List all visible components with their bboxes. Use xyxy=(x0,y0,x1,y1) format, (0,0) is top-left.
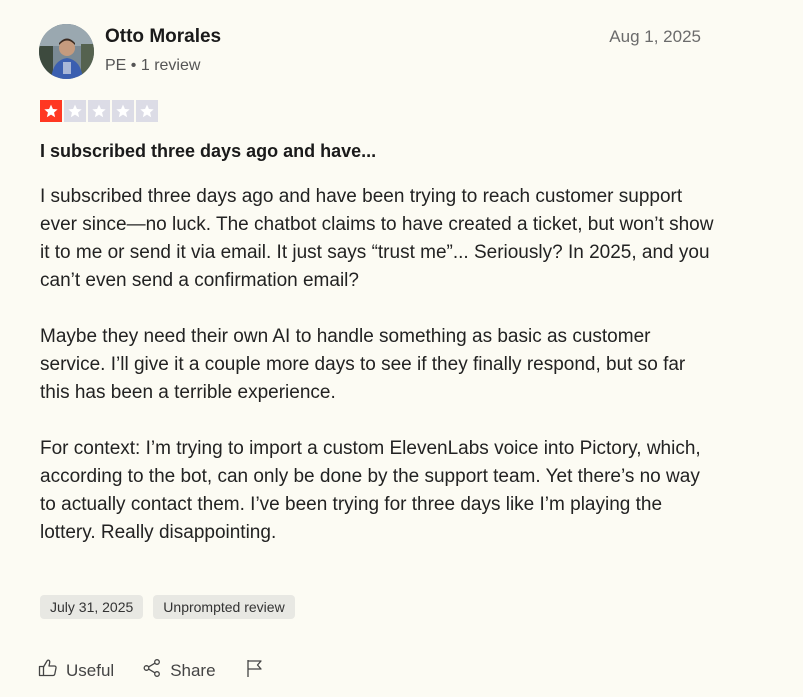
flag-icon xyxy=(244,658,264,683)
share-icon xyxy=(142,658,162,683)
report-button[interactable] xyxy=(244,658,264,683)
review-paragraph: I subscribed three days ago and have bee… xyxy=(40,186,714,291)
review-paragraph: Maybe they need their own AI to handle s… xyxy=(40,326,686,403)
star-empty-icon xyxy=(64,100,86,122)
reviewer-meta: PE • 1 review xyxy=(105,57,200,75)
review-date: Aug 1, 2025 xyxy=(609,27,701,46)
useful-label: Useful xyxy=(66,660,115,680)
review-tags: July 31, 2025 Unprompted review xyxy=(40,595,295,619)
experience-date-tag: July 31, 2025 xyxy=(40,595,144,619)
share-label: Share xyxy=(170,660,216,680)
reviewer-name[interactable]: Otto Morales xyxy=(105,26,221,48)
review-card: Otto Morales PE • 1 review Aug 1, 2025 I… xyxy=(0,0,803,697)
review-title[interactable]: I subscribed three days ago and have... xyxy=(40,141,376,162)
thumbs-up-icon xyxy=(38,658,58,683)
share-button[interactable]: Share xyxy=(142,658,216,683)
star-empty-icon xyxy=(88,100,110,122)
star-rating xyxy=(40,100,158,122)
reviewer-review-count: 1 review xyxy=(140,57,201,74)
star-empty-icon xyxy=(112,100,134,122)
unprompted-review-tag[interactable]: Unprompted review xyxy=(153,595,295,619)
review-paragraph: For context: I’m trying to import a cust… xyxy=(40,438,701,543)
star-filled-icon xyxy=(40,100,62,122)
star-empty-icon xyxy=(136,100,158,122)
reviewer-country: PE xyxy=(105,57,127,74)
review-body: I subscribed three days ago and have bee… xyxy=(40,183,720,547)
meta-separator: • xyxy=(130,57,137,74)
review-actions: Useful Share xyxy=(38,658,292,683)
avatar[interactable] xyxy=(39,24,94,79)
useful-button[interactable]: Useful xyxy=(38,658,114,683)
